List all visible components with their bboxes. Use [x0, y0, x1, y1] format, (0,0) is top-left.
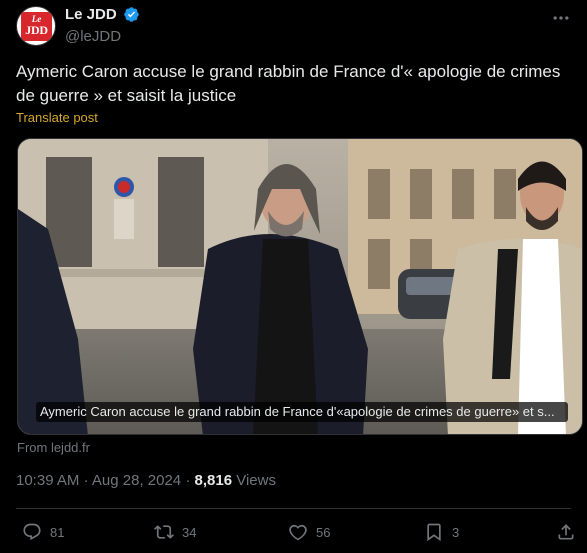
- share-button[interactable]: [556, 520, 584, 544]
- like-button[interactable]: 56: [288, 520, 330, 544]
- reply-icon: [23, 523, 41, 541]
- bookmark-button[interactable]: 3: [424, 520, 459, 544]
- tweet-date[interactable]: Aug 28, 2024: [92, 472, 181, 489]
- action-bar: 81 34 56 3: [16, 518, 576, 546]
- more-icon[interactable]: [551, 8, 571, 28]
- views-label: Views: [236, 472, 276, 489]
- link-source[interactable]: From lejdd.fr: [17, 440, 90, 455]
- meta-separator: ·: [83, 472, 89, 489]
- media-photo: [18, 139, 582, 434]
- like-icon: [289, 524, 307, 541]
- divider: [16, 508, 571, 509]
- reply-button[interactable]: 81: [22, 520, 64, 544]
- display-name[interactable]: Le JDD: [65, 6, 117, 23]
- jdd-logo: Le JDD: [21, 12, 52, 41]
- repost-icon: [154, 525, 174, 539]
- repost-button[interactable]: 34: [154, 520, 196, 544]
- tweet-media[interactable]: Aymeric Caron accuse le grand rabbin de …: [17, 138, 583, 435]
- tweet-header: Le JDD Le JDD @leJDD: [16, 6, 571, 48]
- tweet-text: Aymeric Caron accuse le grand rabbin de …: [16, 62, 561, 105]
- avatar[interactable]: Le JDD: [16, 6, 56, 46]
- share-icon: [558, 524, 574, 540]
- media-caption: Aymeric Caron accuse le grand rabbin de …: [36, 402, 568, 422]
- bookmark-icon: [427, 523, 441, 542]
- like-count: 56: [316, 524, 331, 540]
- tweet-time[interactable]: 10:39 AM: [16, 472, 79, 489]
- translate-post-link[interactable]: Translate post: [16, 110, 98, 125]
- bookmark-count: 3: [452, 524, 460, 540]
- reply-count: 81: [50, 524, 65, 540]
- meta-separator-2: ·: [185, 472, 191, 489]
- repost-count: 34: [182, 524, 197, 540]
- verified-badge-icon[interactable]: [123, 6, 140, 23]
- handle[interactable]: @leJDD: [65, 28, 140, 45]
- tweet-meta: 10:39 AM · Aug 28, 2024 · 8,816 Views: [16, 472, 276, 489]
- author-names: Le JDD @leJDD: [65, 6, 140, 45]
- views-count: 8,816: [194, 472, 233, 489]
- logo-jdd: JDD: [25, 23, 48, 37]
